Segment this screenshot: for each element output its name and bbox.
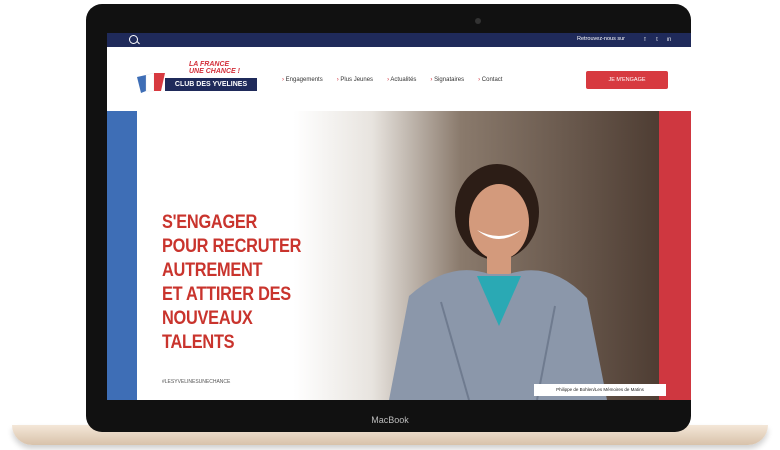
engage-button[interactable]: JE M'ENGAGE [586, 71, 668, 89]
flag-icon [137, 73, 165, 93]
nav-item-plus-jeunes[interactable]: Plus Jeunes [337, 77, 373, 83]
navbar: LA FRANCE UNE CHANCE ! CLUB DES YVELINES… [107, 47, 691, 111]
logo-text-line2: UNE CHANCE ! [189, 68, 240, 75]
headline-line-2: POUR RECRUTER AUTREMENT [162, 236, 302, 281]
red-stripe [659, 111, 691, 400]
blue-stripe [107, 111, 137, 400]
facebook-icon[interactable]: f [641, 36, 649, 44]
photo-caption: Philippe de Bohlen/Les Mémoires de Matin… [534, 384, 666, 396]
nav-menu: Engagements Plus Jeunes Actualités Signa… [282, 77, 503, 83]
camera-icon [475, 18, 481, 24]
linkedin-icon[interactable]: in [665, 36, 673, 44]
hero-banner: S'ENGAGER POUR RECRUTER AUTREMENT ET ATT… [107, 111, 691, 400]
top-bar: Retrouvez-nous sur f t in [107, 33, 691, 47]
headline-line-4: TALENTS [162, 332, 235, 353]
search-icon[interactable] [129, 35, 138, 44]
site-logo[interactable]: LA FRANCE UNE CHANCE ! CLUB DES YVELINES [137, 61, 257, 97]
nav-item-signataires[interactable]: Signataires [430, 77, 464, 83]
screen: Retrouvez-nous sur f t in LA FRANCE UNE … [107, 33, 691, 400]
headline-line-3: ET ATTIRER DES NOUVEAUX [162, 284, 291, 329]
follow-text: Retrouvez-nous sur [577, 36, 625, 42]
nav-item-actualites[interactable]: Actualités [387, 77, 416, 83]
twitter-icon[interactable]: t [653, 36, 661, 44]
nav-item-engagements[interactable]: Engagements [282, 77, 323, 83]
hashtag: #LESYVELINESUNECHANCE [162, 379, 231, 385]
logo-club-label: CLUB DES YVELINES [165, 78, 257, 91]
device-brand-label: MacBook [371, 415, 409, 425]
nav-item-contact[interactable]: Contact [478, 77, 503, 83]
hero-headline: S'ENGAGER POUR RECRUTER AUTREMENT ET ATT… [162, 211, 422, 355]
logo-text-line1: LA FRANCE [189, 61, 230, 68]
headline-line-1: S'ENGAGER [162, 212, 258, 233]
